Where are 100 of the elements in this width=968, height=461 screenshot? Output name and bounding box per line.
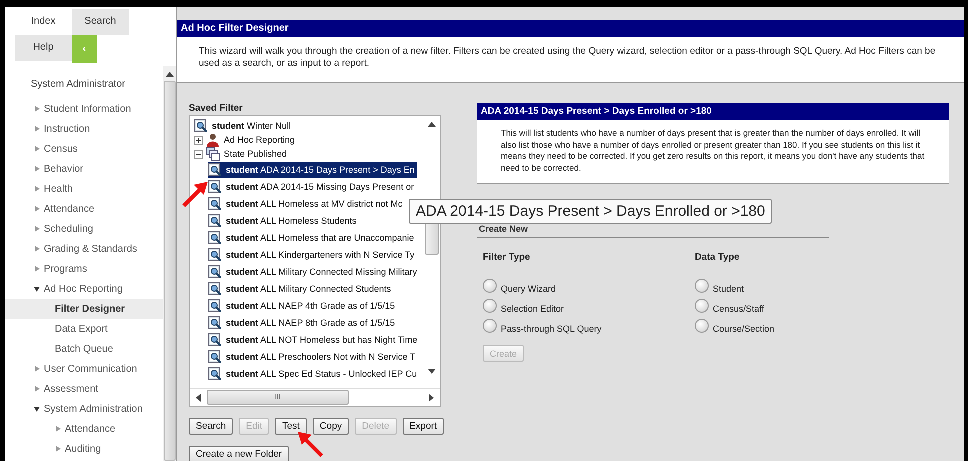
search-document-icon	[208, 282, 222, 296]
search-document-icon	[208, 350, 222, 364]
action-button[interactable]: Copy	[312, 418, 350, 435]
scroll-right-icon	[429, 394, 434, 402]
action-button[interactable]: Export	[402, 418, 444, 435]
nav-item[interactable]: Behavior	[5, 159, 163, 179]
folder-item[interactable]: State Published	[206, 146, 290, 162]
description-text: This will list students who have a number of days present that is greater than the number of days enrolled. It will also list those who have a number of days enrolled or present greater than 180. If you see students on this list it means they need to be corrected. If you get zero results on this report, it means you don't have any students that need to be corrected.	[477, 120, 949, 184]
scroll-down-icon	[428, 369, 436, 374]
nav-item[interactable]: System Administration	[5, 399, 163, 419]
radio-label: Query Wizard	[501, 284, 556, 294]
search-document-icon	[208, 264, 222, 278]
scroll-up-icon	[166, 72, 174, 77]
nav-item[interactable]: Assessment	[5, 379, 163, 399]
radio-button[interactable]	[483, 319, 497, 333]
group-label: Data Type	[695, 252, 741, 263]
scroll-up-icon	[428, 122, 436, 127]
nav-item[interactable]: Ad Hoc Reporting	[5, 279, 163, 299]
action-button[interactable]: Search	[189, 418, 234, 435]
nav-item[interactable]: Instruction	[5, 119, 163, 139]
nav-heading: System Administrator	[30, 79, 126, 92]
collapsed-arrow-icon	[34, 166, 40, 172]
nav-item[interactable]: User Communication	[5, 359, 163, 379]
folder-item[interactable]: Ad Hoc Reporting	[206, 132, 298, 148]
nav-item[interactable]: Programs	[5, 259, 163, 279]
nav-item[interactable]: Attendance	[5, 199, 163, 219]
filter-item[interactable]: student ALL Military Connected Missing Military	[208, 264, 420, 280]
radio-button[interactable]	[695, 299, 709, 313]
collapsed-arrow-icon	[34, 206, 40, 212]
person-icon	[206, 133, 220, 147]
section-label: Saved Filter	[189, 103, 244, 115]
nav-item[interactable]: Health	[5, 179, 163, 199]
nav-item[interactable]: Grading & Standards	[5, 239, 163, 259]
filter-item[interactable]: student ALL Homeless at MV district not Mc	[208, 196, 405, 212]
filter-item[interactable]: student ADA 2014-15 Days Present > Days En	[208, 162, 417, 178]
nav-item[interactable]: Batch Queue	[5, 339, 163, 359]
expanded-arrow-icon	[34, 406, 40, 412]
search-document-icon	[208, 214, 222, 228]
collapsed-arrow-icon	[34, 186, 40, 192]
filter-item[interactable]: student ALL Homeless that are Unaccompanie	[208, 230, 416, 246]
filter-item[interactable]: student ALL NOT Homeless but has Night Time	[208, 332, 420, 348]
search-document-icon	[208, 230, 222, 244]
filter-item[interactable]: student ALL NAEP 8th Grade as of 1/5/15	[208, 314, 398, 330]
collapsed-arrow-icon	[55, 426, 61, 432]
collapse-toggle-icon[interactable]	[194, 150, 203, 158]
intro-text: This wizard will walk you through the creation of a new filter. Filters can be created using the Query wizard, selection editor or a pass-through SQL Query. Ad Hoc Filters can be used as a search, or as input to a report.	[177, 37, 964, 83]
radio-button[interactable]	[483, 279, 497, 293]
radio-label: Census/Staff	[713, 304, 764, 314]
nav-item[interactable]: Data Export	[5, 319, 163, 339]
collapsed-arrow-icon	[34, 366, 40, 372]
sidebar-tab[interactable]: Help	[15, 35, 72, 61]
action-button[interactable]: Test	[275, 418, 307, 435]
group-label: Filter Type	[483, 252, 532, 263]
radio-button[interactable]	[483, 299, 497, 313]
search-document-icon	[208, 366, 222, 380]
nav-item[interactable]: Census	[5, 139, 163, 159]
search-document-icon	[208, 332, 222, 346]
filter-item[interactable]: student ALL Military Connected Students	[208, 280, 394, 296]
radio-button[interactable]	[695, 319, 709, 333]
expand-toggle-icon[interactable]	[194, 136, 203, 144]
nav-item[interactable]: Scheduling	[5, 219, 163, 239]
filter-item[interactable]: student ALL Homeless Students	[208, 212, 359, 228]
collapsed-arrow-icon	[34, 246, 40, 252]
filter-item[interactable]: student Winter Null	[194, 118, 294, 134]
panel-title: Ad Hoc Filter Designer	[177, 20, 964, 37]
nav-item[interactable]: Filter Designer	[5, 299, 163, 319]
collapsed-arrow-icon	[34, 146, 40, 152]
filter-item[interactable]: student ALL Spec Ed Status - Unlocked IEP Cu	[208, 366, 420, 382]
search-document-icon	[208, 180, 222, 194]
collapsed-arrow-icon	[34, 266, 40, 272]
nav-item[interactable]: Auditing	[5, 439, 163, 459]
plus-icon	[195, 136, 202, 144]
nav-item[interactable]: Student Information	[5, 99, 163, 119]
scroll-left-icon	[196, 394, 201, 402]
tooltip: ADA 2014-15 Days Present > Days Enrolled or >180	[409, 199, 772, 224]
collapsed-arrow-icon	[55, 446, 61, 452]
filter-item[interactable]: student ALL NAEP 4th Grade as of 1/5/15	[208, 298, 398, 314]
expanded-arrow-icon	[34, 286, 40, 292]
collapsed-arrow-icon	[34, 106, 40, 112]
search-document-icon	[194, 119, 208, 133]
filter-item[interactable]: student ADA 2014-15 Missing Days Present or	[208, 178, 416, 194]
stacked-pages-icon	[206, 147, 220, 161]
radio-label: Course/Section	[713, 324, 775, 334]
filter-item[interactable]: student ALL Kindergarteners with N Service Ty	[208, 246, 417, 262]
search-document-icon	[208, 316, 222, 330]
radio-label: Student	[713, 284, 744, 294]
search-document-icon	[208, 298, 222, 312]
collapsed-arrow-icon	[34, 386, 40, 392]
search-document-icon	[208, 248, 222, 262]
detail-title: ADA 2014-15 Days Present > Days Enrolled or >180	[477, 103, 949, 120]
filter-item[interactable]: student ALL Preschoolers Not with N Service T	[208, 348, 418, 364]
create-folder-button[interactable]: Create a new Folder	[189, 446, 290, 461]
collapsed-arrow-icon	[34, 226, 40, 232]
search-document-icon	[208, 162, 222, 176]
radio-button[interactable]	[695, 279, 709, 293]
collapsed-arrow-icon	[34, 126, 40, 132]
radio-label: Selection Editor	[501, 304, 564, 314]
radio-label: Pass-through SQL Query	[501, 324, 602, 334]
sidebar-tab[interactable]: Search	[72, 9, 129, 35]
nav-item[interactable]: Attendance	[5, 419, 163, 439]
